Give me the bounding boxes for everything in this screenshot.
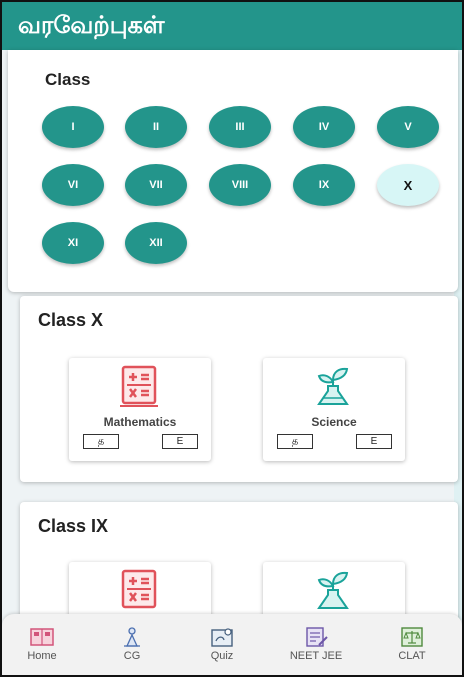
flask-icon [317,571,349,609]
class-pill-vi[interactable]: VI [42,164,104,206]
tamil-medium-button[interactable]: த [83,434,119,449]
app-title: வரவேற்புகள் [18,11,165,39]
english-medium-button[interactable]: E [162,434,198,449]
class-pill-iv[interactable]: IV [293,106,355,148]
nav-neet-jee[interactable]: NEET JEE [278,626,354,662]
quiz-icon [211,628,233,647]
class-pill-v[interactable]: V [377,106,439,148]
section-title: Class IX [38,516,109,536]
class-pill-vii[interactable]: VII [125,164,187,206]
subject-card-science[interactable]: Science த E [263,358,405,461]
subject-card-mathematics[interactable]: Mathematics த E [69,358,211,461]
english-medium-button[interactable]: E [356,434,392,449]
home-icon [30,628,54,646]
section-title: Class X [38,310,104,330]
nav-label: Home [27,650,57,662]
nav-home[interactable]: Home [4,626,80,662]
nav-label: CG [123,650,141,662]
class-pill-xii[interactable]: XII [125,222,187,264]
class-pill-xi[interactable]: XI [42,222,104,264]
class-picker-card: Class I II III IV V VI VII VIII IX X XI … [8,50,458,292]
class-pill-ix[interactable]: IX [293,164,355,206]
nav-label: NEET JEE [289,650,343,662]
tamil-medium-button[interactable]: த [277,434,313,449]
nav-clat[interactable]: CLAT [374,626,450,662]
flask-icon [317,367,349,405]
subject-name: Science [311,415,357,429]
app-bar: வரவேற்புகள் [2,2,462,50]
nav-label: Quiz [210,650,234,662]
class-picker-title: Class [45,70,91,89]
calculator-icon [121,569,157,609]
subject-name: Mathematics [103,415,177,429]
app-frame: வரவேற்புகள் Class I II III IV V VI VII V… [0,0,464,677]
nav-quiz[interactable]: Quiz [184,626,260,662]
class-pill-x-selected[interactable]: X [377,164,439,206]
bottom-navigation: Home CG Quiz NEET JEE CLAT [2,614,462,675]
class-pill-iii[interactable]: III [209,106,271,148]
career-guidance-icon [124,627,140,647]
nav-cg[interactable]: CG [94,626,170,662]
calculator-icon [120,365,158,407]
neet-jee-icon [306,627,328,647]
class-pill-viii[interactable]: VIII [209,164,271,206]
class-x-section: Class X Mathematics த E Science த E [20,296,458,482]
clat-icon [401,627,423,647]
nav-label: CLAT [398,650,426,662]
class-pill-i[interactable]: I [42,106,104,148]
class-pill-ii[interactable]: II [125,106,187,148]
